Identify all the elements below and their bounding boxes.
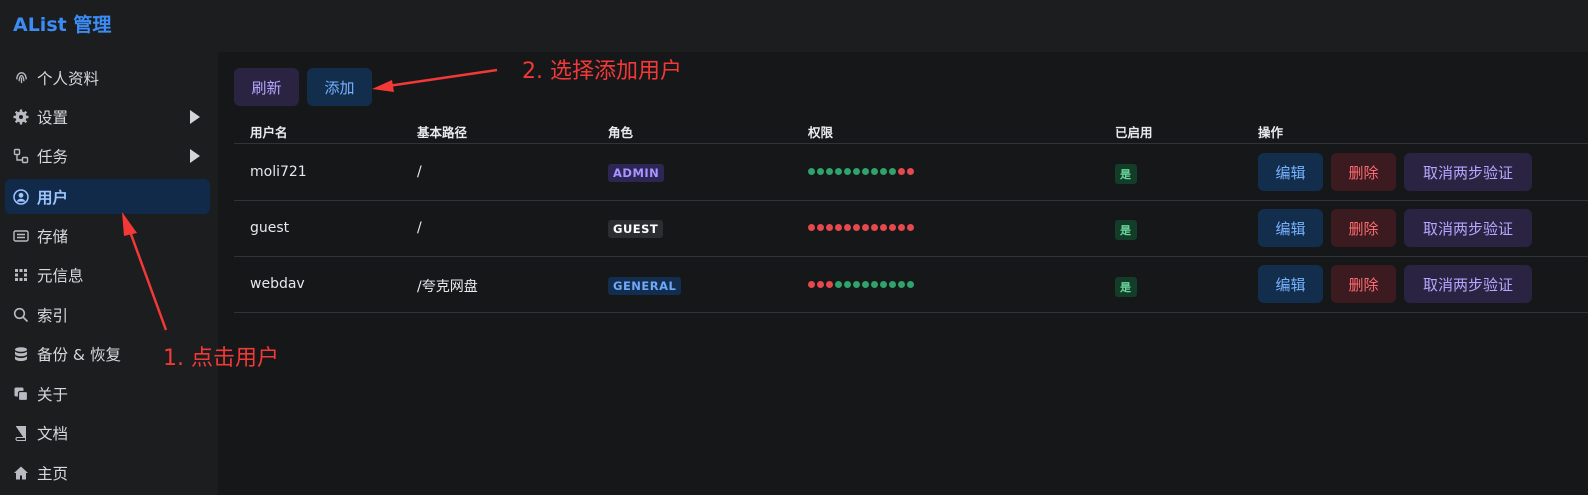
annotation-arrow-2 bbox=[372, 68, 498, 92]
annotation-step2: 2. 选择添加用户 bbox=[522, 59, 682, 84]
annotation-arrow-1 bbox=[122, 212, 168, 331]
annotation-step1: 1. 点击用户 bbox=[163, 346, 279, 371]
annotation-arrows bbox=[122, 68, 498, 331]
